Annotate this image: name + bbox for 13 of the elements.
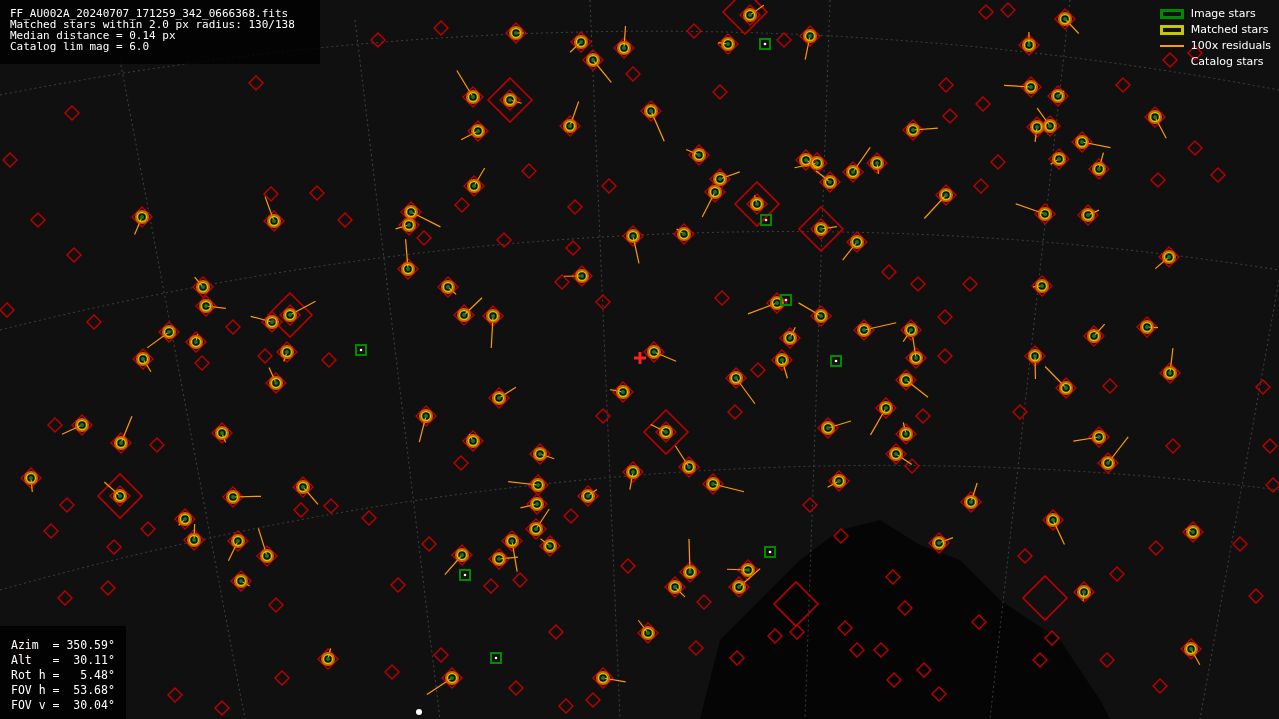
info-text: Matched stars within 2.0 px radius: 130/138 — [10, 19, 296, 30]
pointing-text: Rot h = 5.48° — [11, 668, 115, 683]
legend-label: Image stars — [1190, 7, 1256, 20]
pointing-text: FOV h = 53.68° — [11, 683, 115, 698]
info-text: FF_AU002A_20240707_171259_342_0666368.fits — [10, 8, 290, 19]
legend-label: Matched stars — [1190, 23, 1269, 36]
pointing-text: FOV v = 30.04° — [11, 698, 115, 713]
info-text: Catalog lim mag = 6.0 — [10, 41, 151, 52]
info-text: Median distance = 0.14 px — [10, 30, 176, 41]
legend-label: Catalog stars — [1190, 55, 1264, 68]
pointing-text: Alt = 30.11° — [11, 653, 115, 668]
legend-label: 100x residuals — [1190, 39, 1271, 52]
pointing-text: Azim = 350.59° — [11, 638, 115, 653]
